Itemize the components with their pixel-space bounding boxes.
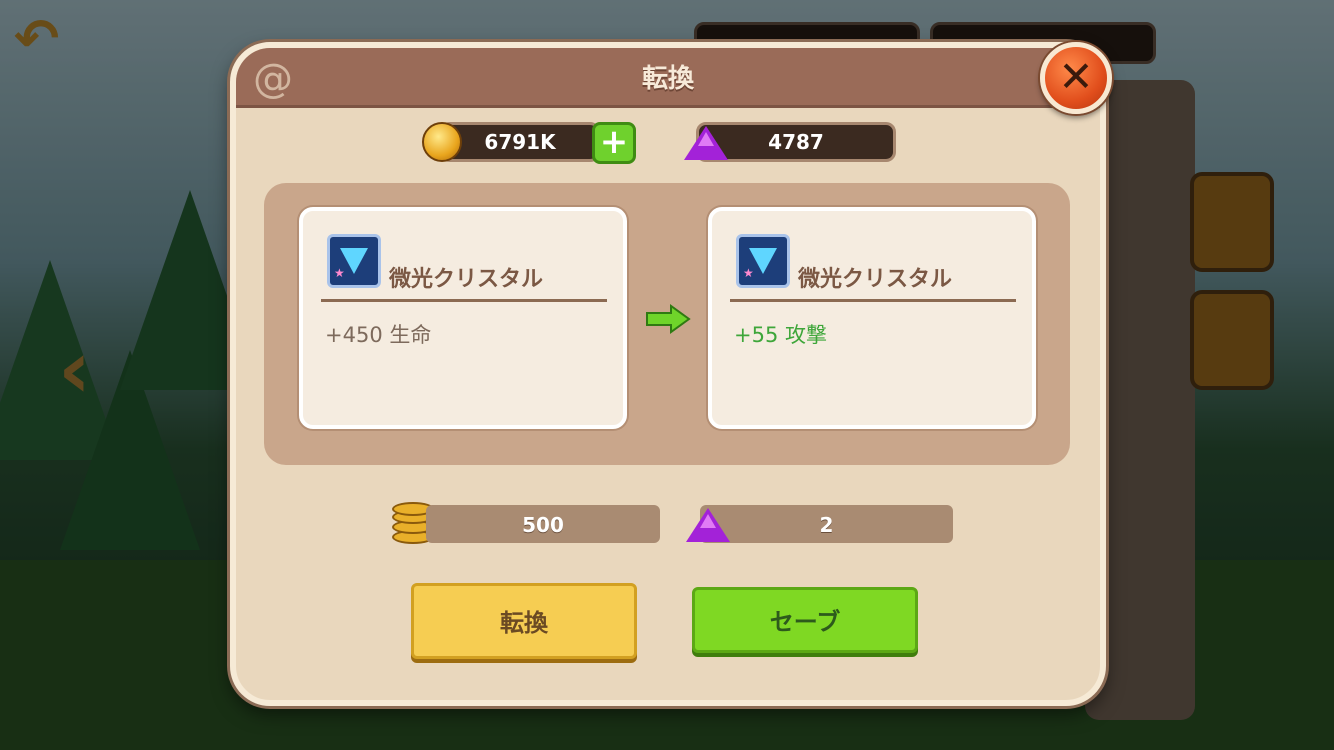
dialog-header: @ 転換 bbox=[236, 48, 1100, 108]
blue-crystal-icon: ★ bbox=[736, 234, 790, 288]
current-item-name: 微光クリスタル bbox=[389, 267, 544, 292]
current-item-card: ★ 微光クリスタル +450 生命 bbox=[299, 207, 627, 429]
close-button[interactable]: ✕ bbox=[1040, 42, 1112, 114]
new-item-stat: +55 攻撃 bbox=[734, 323, 827, 347]
divider bbox=[321, 299, 607, 302]
purple-gem-icon bbox=[686, 508, 730, 542]
divider bbox=[730, 299, 1016, 302]
new-item-name: 微光クリスタル bbox=[798, 267, 953, 292]
blue-crystal-icon: ★ bbox=[327, 234, 381, 288]
gold-cost: 500 bbox=[522, 513, 564, 537]
gold-coin-icon bbox=[422, 122, 462, 162]
purple-gem-icon bbox=[684, 126, 728, 160]
current-item-stat: +450 生命 bbox=[325, 323, 432, 347]
plus-icon: + bbox=[599, 122, 629, 162]
gem-cost-bar: 2 bbox=[700, 505, 953, 543]
add-gold-button[interactable]: + bbox=[592, 122, 636, 164]
gold-balance-bar: 6791K bbox=[440, 122, 600, 162]
dialog-title: 転換 bbox=[641, 64, 694, 94]
gold-cost-bar: 500 bbox=[426, 505, 660, 543]
convert-button[interactable]: 転換 bbox=[411, 583, 637, 659]
save-button[interactable]: セーブ bbox=[692, 587, 918, 653]
gem-balance: 4787 bbox=[768, 130, 824, 154]
green-right-arrow-icon bbox=[646, 304, 691, 334]
close-x-icon: ✕ bbox=[1058, 52, 1094, 101]
new-item-card: ★ 微光クリスタル +55 攻撃 bbox=[708, 207, 1036, 429]
gem-cost: 2 bbox=[819, 513, 834, 537]
gold-balance: 6791K bbox=[484, 130, 556, 154]
